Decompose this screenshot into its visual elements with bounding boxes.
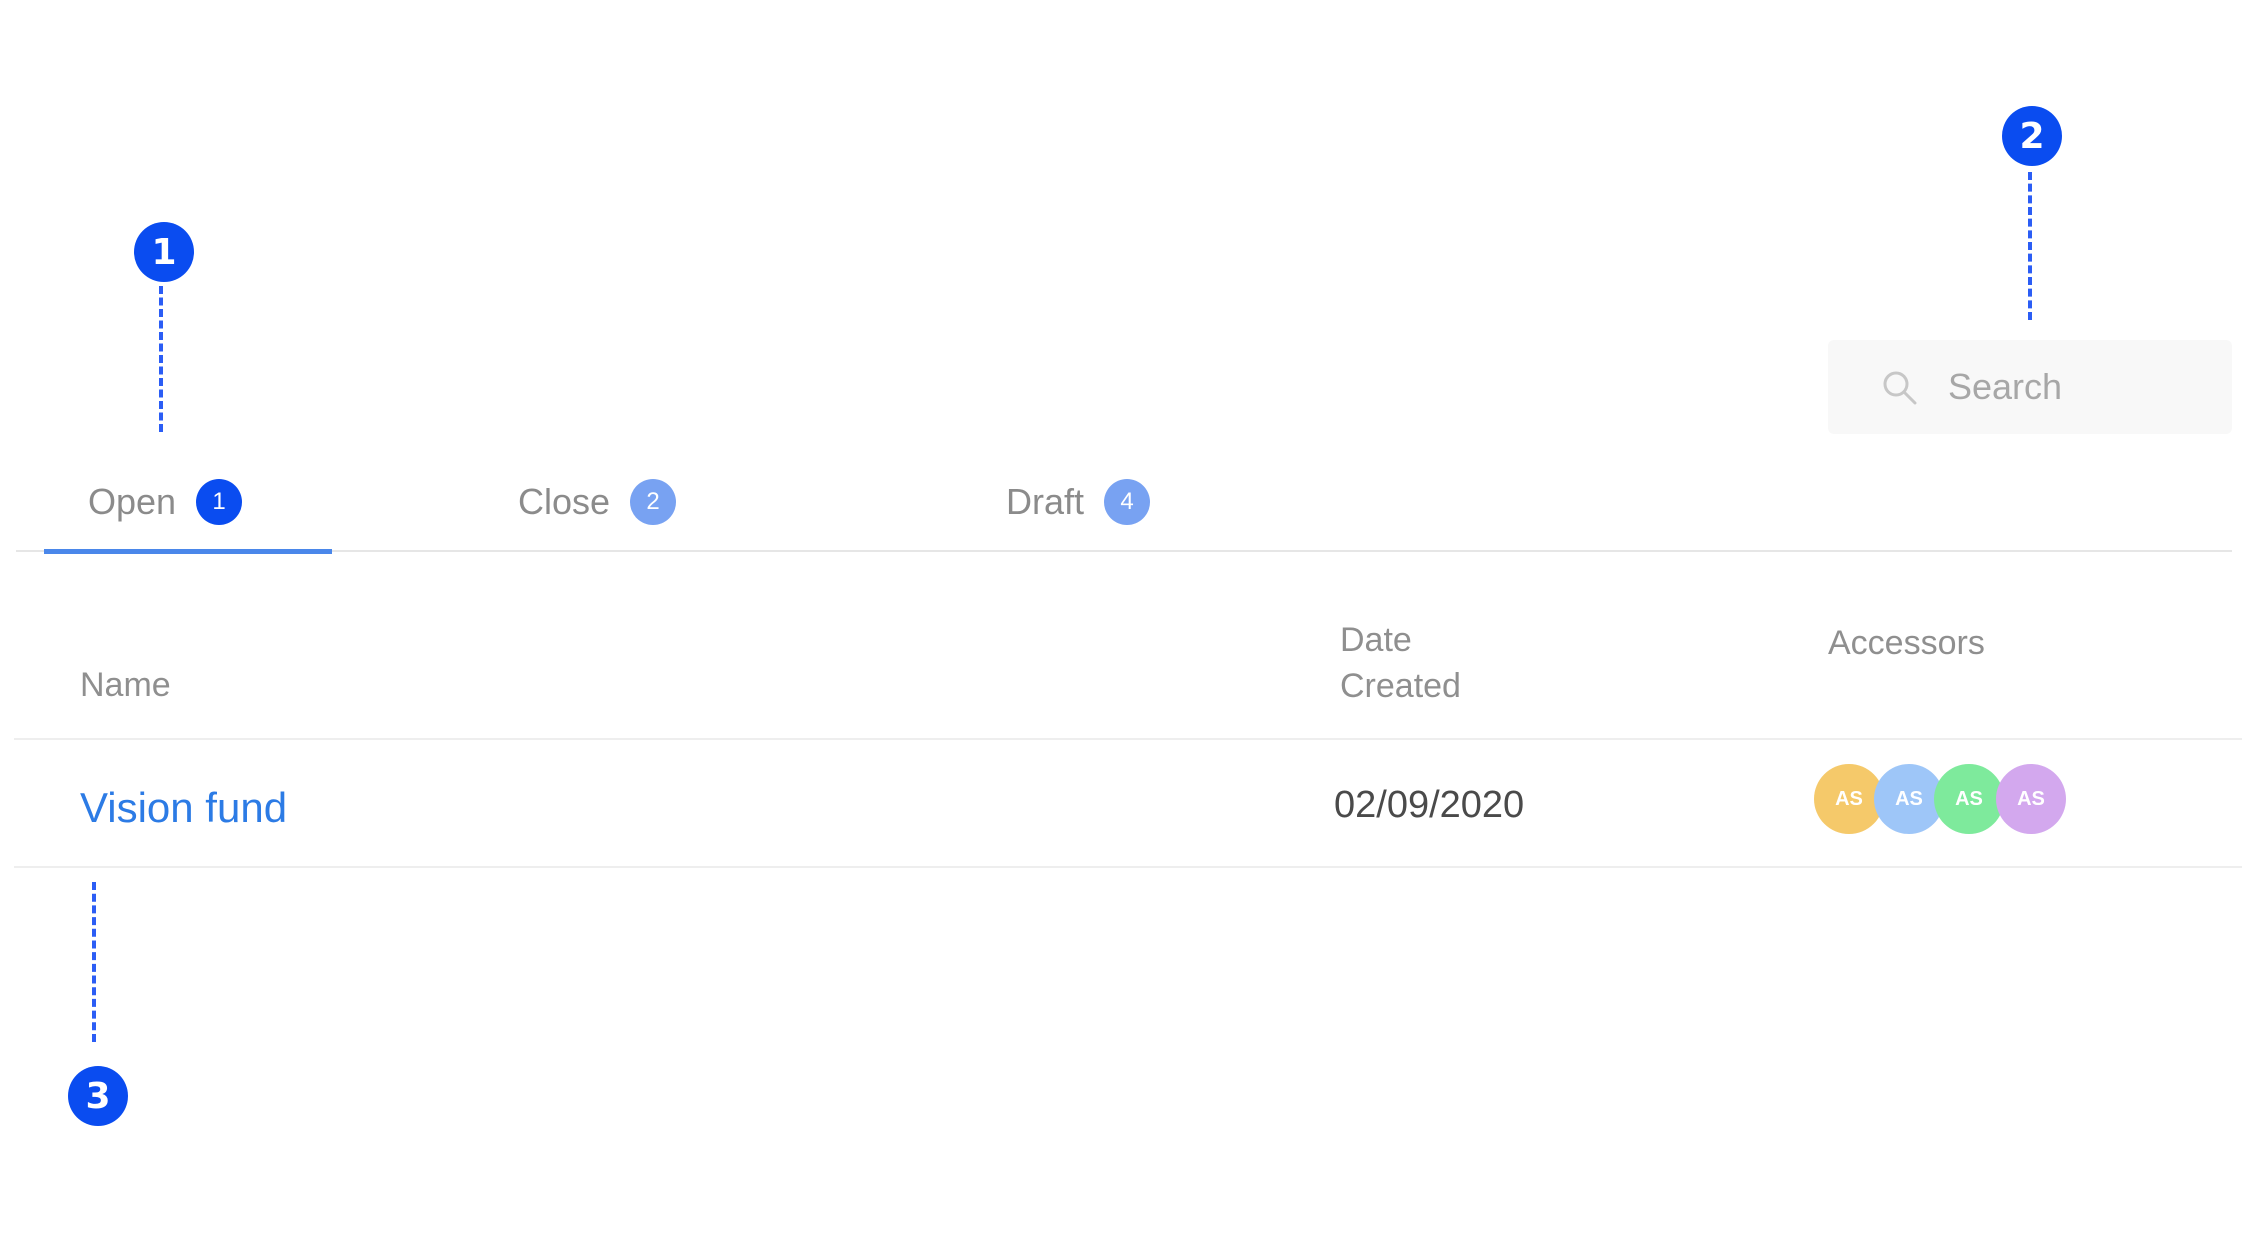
callout-marker-3: 3 (68, 1066, 128, 1126)
callout-line-1 (159, 286, 163, 432)
column-header-accessors[interactable]: Accessors (1828, 620, 1985, 666)
search-box[interactable]: Search (1828, 340, 2232, 434)
tab-open[interactable]: Open 1 (88, 470, 243, 534)
callout-marker-1: 1 (134, 222, 194, 282)
tab-draft-label: Draft (1006, 481, 1085, 522)
tab-close-label: Close (518, 481, 611, 522)
callout-line-3 (92, 882, 96, 1042)
tabs-divider (16, 550, 2232, 552)
tab-draft[interactable]: Draft 4 (1006, 470, 1151, 534)
callout-line-2 (2028, 172, 2032, 320)
callout-marker-2: 2 (2002, 106, 2062, 166)
fund-name-link[interactable]: Vision fund (80, 780, 287, 836)
column-header-date-line1[interactable]: Date (1340, 617, 1412, 663)
tab-close[interactable]: Close 2 (518, 470, 677, 534)
avatar[interactable]: AS (1934, 764, 2004, 834)
row-divider (14, 866, 2242, 868)
column-header-name[interactable]: Name (80, 662, 171, 708)
date-created-cell: 02/09/2020 (1334, 784, 1525, 826)
tab-open-label: Open (88, 481, 177, 522)
search-icon (1880, 368, 1920, 408)
search-input[interactable]: Search (1948, 362, 2062, 412)
active-tab-indicator (44, 549, 332, 554)
tab-close-count-badge: 2 (630, 479, 677, 525)
tab-open-count-badge: 1 (196, 479, 243, 525)
header-row-divider (14, 738, 2242, 740)
avatar[interactable]: AS (1996, 764, 2066, 834)
column-header-date-line2[interactable]: Created (1340, 663, 1461, 709)
tab-draft-count-badge: 4 (1104, 479, 1151, 525)
